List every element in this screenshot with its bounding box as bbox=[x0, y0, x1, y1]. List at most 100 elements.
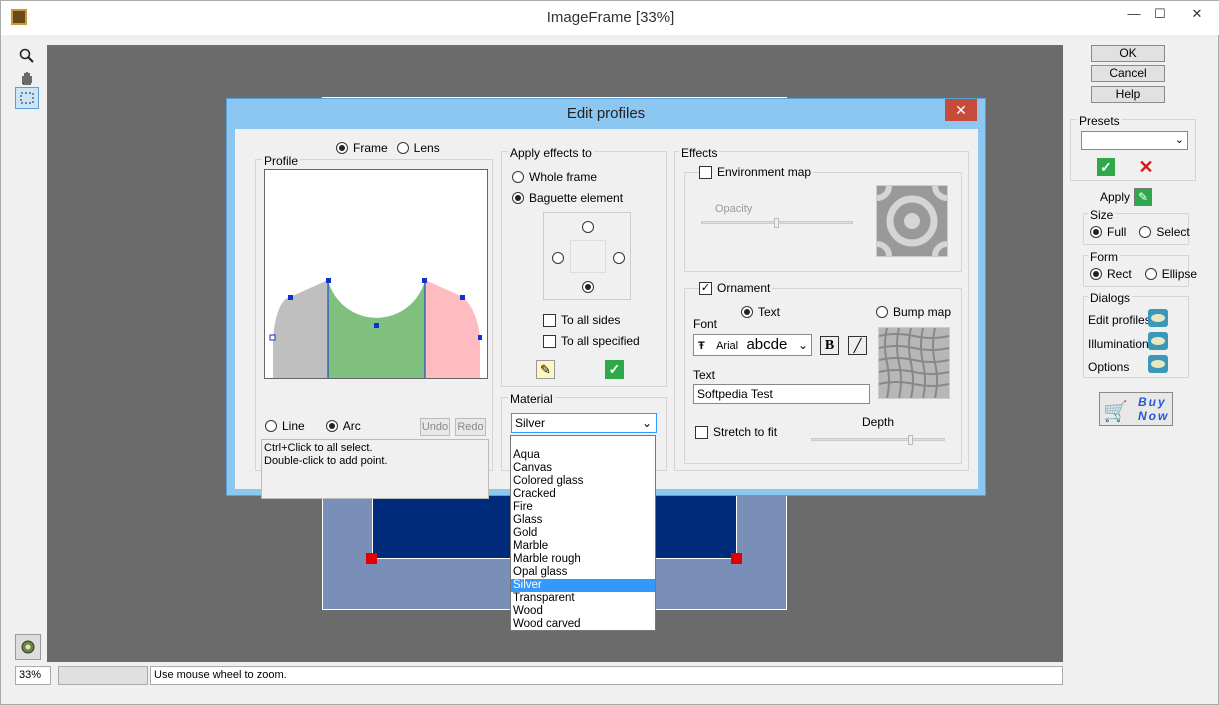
baguette-element-radio[interactable] bbox=[512, 192, 524, 204]
ornament-checkbox[interactable]: ✓ bbox=[699, 281, 712, 295]
undo-button[interactable]: Undo bbox=[420, 418, 450, 436]
form-ellipse-radio[interactable] bbox=[1144, 268, 1157, 280]
zoom-tool-button[interactable] bbox=[15, 45, 39, 67]
list-item[interactable]: Cracked bbox=[511, 488, 655, 501]
profile-editor[interactable] bbox=[264, 169, 488, 379]
stretch-to-fit-checkbox[interactable] bbox=[695, 425, 708, 439]
list-item[interactable]: Aqua bbox=[511, 449, 655, 462]
chevron-down-icon: ⌄ bbox=[1174, 134, 1184, 146]
list-item-selected[interactable]: Silver bbox=[511, 579, 655, 592]
material-select[interactable]: Silver ⌄ bbox=[511, 413, 657, 433]
opacity-slider[interactable] bbox=[701, 218, 853, 228]
settings-gear-button[interactable] bbox=[15, 634, 41, 660]
size-group: Size Full Select bbox=[1083, 208, 1190, 245]
font-label: Font bbox=[693, 317, 718, 331]
dialogs-group: Dialogs Edit profiles Illumination Optio… bbox=[1083, 291, 1189, 378]
text-radio[interactable] bbox=[741, 306, 753, 318]
ornament-text-input[interactable]: Softpedia Test bbox=[693, 384, 870, 404]
handle-left[interactable] bbox=[366, 553, 377, 564]
opacity-label: Opacity bbox=[715, 203, 753, 215]
buy-now-line2: Now bbox=[1138, 409, 1170, 423]
effects-group: Effects Environment map Opacity ✓ Orname… bbox=[674, 146, 969, 471]
list-item[interactable]: Colored glass bbox=[511, 475, 655, 488]
buy-now-button[interactable]: 🛒 Buy Now bbox=[1099, 392, 1173, 426]
list-item[interactable]: Marble bbox=[511, 540, 655, 553]
eye-icon[interactable] bbox=[1148, 355, 1168, 373]
dialogs-label: Dialogs bbox=[1088, 291, 1133, 305]
list-item[interactable]: Canvas bbox=[511, 462, 655, 475]
font-select[interactable]: Ŧ Arial abcde ⌄ bbox=[693, 334, 812, 356]
arc-radio[interactable] bbox=[325, 420, 338, 432]
hint-line-1: Ctrl+Click to all select. bbox=[264, 442, 373, 454]
preset-save-check-icon[interactable]: ✓ bbox=[1097, 158, 1115, 176]
list-item[interactable]: Marble rough bbox=[511, 553, 655, 566]
lens-radio[interactable] bbox=[396, 142, 409, 154]
material-label: Material bbox=[508, 392, 555, 406]
list-item[interactable]: Wood bbox=[511, 605, 655, 618]
to-all-specified-checkbox[interactable] bbox=[543, 334, 556, 348]
presets-select[interactable]: ⌄ bbox=[1081, 131, 1188, 150]
side-top-radio[interactable] bbox=[582, 221, 594, 233]
environment-map-group: Environment map Opacity bbox=[684, 165, 962, 272]
size-select-radio[interactable] bbox=[1139, 226, 1152, 238]
to-all-sides-checkbox[interactable] bbox=[543, 313, 556, 327]
close-button[interactable]: ✕ bbox=[1177, 5, 1217, 23]
select-tool-button[interactable] bbox=[15, 87, 39, 109]
depth-slider[interactable] bbox=[811, 435, 945, 445]
list-item[interactable]: Glass bbox=[511, 514, 655, 527]
size-full-radio[interactable] bbox=[1090, 226, 1102, 238]
frame-radio[interactable] bbox=[336, 142, 348, 154]
circles-texture bbox=[862, 171, 962, 271]
eye-icon[interactable] bbox=[1148, 309, 1168, 327]
ornament-label: Ornament bbox=[717, 281, 771, 295]
to-all-sides-label: To all sides bbox=[561, 313, 621, 327]
dialog-close-button[interactable]: ✕ bbox=[945, 99, 977, 121]
options-label: Options bbox=[1088, 360, 1130, 374]
whole-frame-radio[interactable] bbox=[512, 171, 524, 183]
illumination-label: Illumination bbox=[1088, 337, 1149, 351]
maximize-button[interactable]: ☐ bbox=[1147, 5, 1173, 23]
cart-icon: 🛒 bbox=[1103, 401, 1128, 423]
ok-button[interactable]: OK bbox=[1091, 45, 1165, 62]
bump-texture-preview[interactable] bbox=[878, 327, 950, 399]
apply-button[interactable]: ✎ bbox=[1134, 188, 1152, 206]
list-item[interactable]: Wood carved bbox=[511, 618, 655, 631]
side-right-radio[interactable] bbox=[613, 252, 625, 264]
apply-effects-label: Apply effects to bbox=[508, 146, 594, 160]
cancel-button[interactable]: Cancel bbox=[1091, 65, 1165, 82]
environment-texture-preview[interactable] bbox=[862, 171, 962, 271]
baguette-element-label: Baguette element bbox=[529, 191, 624, 205]
size-select-label: Select bbox=[1156, 225, 1190, 239]
form-rect-radio[interactable] bbox=[1090, 268, 1102, 280]
hand-tool-button[interactable] bbox=[15, 67, 39, 89]
size-full-label: Full bbox=[1107, 225, 1127, 239]
help-button[interactable]: Help bbox=[1091, 86, 1165, 103]
side-left-radio[interactable] bbox=[552, 252, 564, 264]
presets-group: Presets ⌄ ✓ ✕ bbox=[1070, 114, 1196, 181]
size-label: Size bbox=[1088, 208, 1116, 222]
italic-slant-button[interactable]: ╱ bbox=[848, 336, 867, 355]
eye-icon[interactable] bbox=[1148, 332, 1168, 350]
preset-delete-x-icon[interactable]: ✕ bbox=[1137, 158, 1155, 176]
material-value: Silver bbox=[515, 416, 546, 430]
side-bottom-radio[interactable] bbox=[582, 281, 594, 293]
redo-button[interactable]: Redo bbox=[455, 418, 486, 436]
handle-right[interactable] bbox=[731, 553, 742, 564]
list-item[interactable]: Transparent bbox=[511, 592, 655, 605]
line-radio[interactable] bbox=[265, 420, 277, 432]
text-radio-label: Text bbox=[758, 305, 781, 319]
title-bar: ImageFrame [33%] — ☐ ✕ bbox=[1, 1, 1219, 35]
environment-map-checkbox[interactable] bbox=[699, 165, 712, 179]
list-item[interactable]: Fire bbox=[511, 501, 655, 514]
list-item[interactable]: Opal glass bbox=[511, 566, 655, 579]
apply-check-icon[interactable]: ✓ bbox=[605, 360, 624, 379]
window-title: ImageFrame [33%] bbox=[546, 9, 675, 26]
frame-label: Frame bbox=[353, 141, 388, 155]
list-item[interactable]: Gold bbox=[511, 527, 655, 540]
line-label: Line bbox=[282, 419, 305, 433]
bump-map-radio[interactable] bbox=[876, 306, 888, 318]
bold-button[interactable]: B bbox=[820, 336, 839, 355]
form-rect-label: Rect bbox=[1107, 267, 1132, 281]
pencil-icon[interactable]: ✎ bbox=[536, 360, 555, 379]
minimize-button[interactable]: — bbox=[1121, 5, 1147, 23]
